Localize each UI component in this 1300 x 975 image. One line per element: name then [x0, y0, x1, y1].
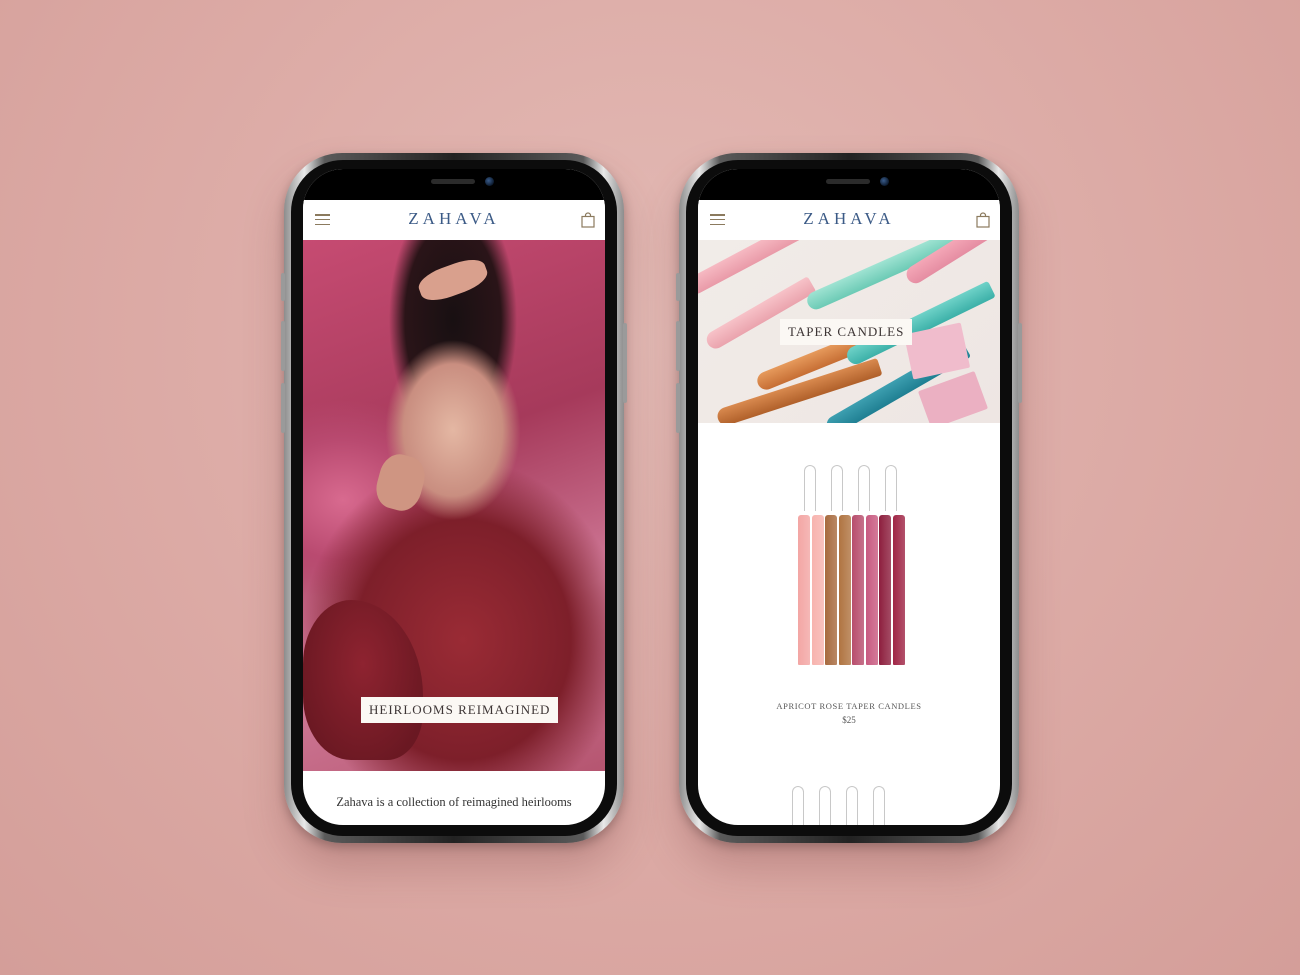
site-header: ZAHAVA	[303, 200, 605, 240]
hero-sleeve-shape	[303, 600, 423, 760]
next-product-image[interactable]	[792, 786, 912, 825]
status-bar	[303, 169, 605, 200]
hero-image[interactable]: HEIRLOOMS REIMAGINED	[303, 240, 605, 771]
brand-logo[interactable]: ZAHAVA	[698, 209, 1000, 229]
speaker	[826, 179, 870, 184]
front-camera	[485, 177, 494, 186]
candle-wick	[819, 786, 831, 825]
banner-caption[interactable]: TAPER CANDLES	[780, 319, 913, 345]
candle-stick	[811, 515, 824, 665]
shopping-bag-icon[interactable]	[976, 212, 990, 228]
status-bar	[698, 169, 1000, 200]
power-button	[1018, 323, 1022, 403]
volume-down-button	[281, 383, 285, 433]
hero-hand-shape	[371, 450, 430, 515]
site-header: ZAHAVA	[698, 200, 1000, 240]
intro-text: Zahava is a collection of reimagined hei…	[336, 795, 572, 809]
volume-up-button	[676, 321, 680, 371]
product-image[interactable]	[788, 465, 918, 675]
power-button	[623, 323, 627, 403]
product-name[interactable]: APRICOT ROSE TAPER CANDLES	[698, 701, 1000, 711]
mute-switch	[281, 273, 285, 301]
candle-wick	[792, 786, 804, 825]
candle-stick	[798, 515, 810, 665]
volume-down-button	[676, 383, 680, 433]
candle-wick	[831, 465, 843, 511]
candle-stick	[825, 515, 837, 665]
shopping-bag-icon[interactable]	[581, 212, 595, 228]
candle-wick	[873, 786, 885, 825]
hero-caption[interactable]: HEIRLOOMS REIMAGINED	[361, 697, 559, 723]
phone-right: ZAHAVA TAPER CANDLES APRICOT ROSE TAPER …	[676, 153, 1022, 843]
candle-stick	[838, 515, 851, 665]
mute-switch	[676, 273, 680, 301]
candle-wick	[885, 465, 897, 511]
brand-logo[interactable]: ZAHAVA	[303, 209, 605, 229]
candle-stick	[852, 515, 864, 665]
speaker	[431, 179, 475, 184]
phone-left: ZAHAVA HEIRLOOMS REIMAGINED Zahava is a …	[281, 153, 627, 843]
candle-wick	[858, 465, 870, 511]
candle-stick	[892, 515, 905, 665]
product-price: $25	[842, 715, 856, 725]
candle-wick	[804, 465, 816, 511]
volume-up-button	[281, 321, 285, 371]
candle-wick	[846, 786, 858, 825]
front-camera	[880, 177, 889, 186]
candle-stick	[879, 515, 891, 665]
candle-stick	[865, 515, 878, 665]
hero-arm-shape	[414, 253, 492, 307]
category-banner[interactable]: TAPER CANDLES	[698, 240, 1000, 423]
screen-home: ZAHAVA HEIRLOOMS REIMAGINED Zahava is a …	[303, 169, 605, 825]
screen-candles: ZAHAVA TAPER CANDLES APRICOT ROSE TAPER …	[698, 169, 1000, 825]
